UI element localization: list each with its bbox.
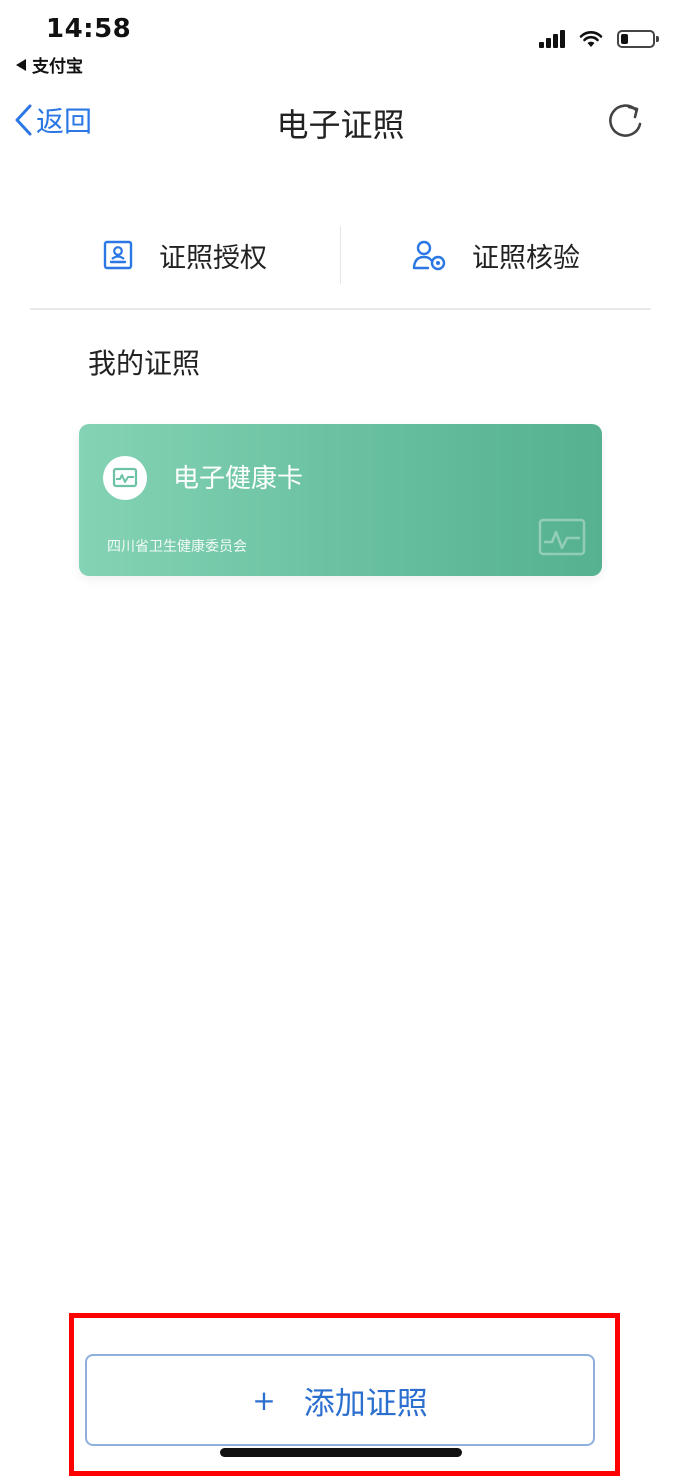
user-verify-icon [412,240,446,271]
plus-icon: + [252,1383,276,1417]
back-to-app-link[interactable]: 支付宝 [16,52,83,77]
back-triangle-icon [16,58,26,71]
battery-icon [617,30,659,48]
status-icons [539,30,659,48]
license-verify-button[interactable]: 证照核验 [341,220,651,290]
health-card-issuer: 四川省卫生健康委员会 [107,539,247,555]
wifi-icon [579,31,603,47]
back-app-label: 支付宝 [32,57,83,77]
id-card-icon [103,240,133,270]
health-monitor-icon [103,456,147,500]
health-card[interactable]: 电子健康卡 四川省卫生健康委员会 [79,424,602,576]
status-time: 14:58 [46,14,132,44]
refresh-icon [609,104,642,137]
home-indicator [220,1448,462,1457]
license-authorize-button[interactable]: 证照授权 [30,220,340,290]
section-divider [30,308,651,310]
add-license-button[interactable]: + 添加证照 [85,1354,595,1446]
quick-actions: 证照授权 证照核验 [30,220,651,290]
license-verify-label: 证照核验 [472,242,580,274]
cellular-signal-icon [539,30,567,48]
my-licenses-title: 我的证照 [88,347,201,380]
card-watermark-icon [538,518,586,556]
refresh-button[interactable] [603,100,647,144]
license-authorize-label: 证照授权 [159,242,267,274]
add-license-label: 添加证照 [303,1385,428,1422]
health-card-title: 电子健康卡 [173,464,304,494]
page-title: 电子证照 [276,106,405,144]
